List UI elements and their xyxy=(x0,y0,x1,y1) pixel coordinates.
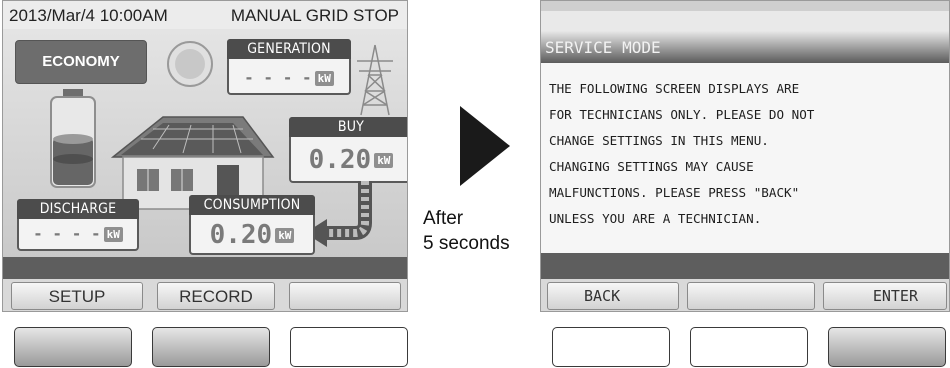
softkey-bar: SETUP RECORD xyxy=(3,279,407,311)
buy-value: 0.20 xyxy=(308,145,372,175)
status-mode: MANUAL GRID STOP xyxy=(230,6,399,25)
home-screen: 2013/Mar/4 10:00AM MANUAL GRID STOP ECON… xyxy=(2,0,408,312)
caption-line-1: After xyxy=(423,208,464,229)
consumption-value-row: 0.20 kW xyxy=(191,217,313,253)
message-line: CHANGING SETTINGS MAY CAUSE xyxy=(549,159,754,174)
generation-panel: GENERATION - - - - kW xyxy=(227,39,351,95)
buy-panel: BUY 0.20 kW xyxy=(289,117,407,183)
hw-button-6[interactable] xyxy=(828,327,946,367)
softkey-bar: BACK ENTER xyxy=(541,279,949,311)
hw-button-1[interactable] xyxy=(14,327,132,367)
generation-label: GENERATION xyxy=(227,39,351,59)
discharge-label: DISCHARGE xyxy=(17,199,139,219)
back-softkey[interactable]: BACK xyxy=(547,282,679,310)
service-mode-screen: SERVICE MODE THE FOLLOWING SCREEN DISPLA… xyxy=(540,0,950,312)
discharge-unit: kW xyxy=(103,227,123,242)
message-line: UNLESS YOU ARE A TECHNICIAN. xyxy=(549,211,762,226)
status-datetime: 2013/Mar/4 10:00AM xyxy=(9,6,168,25)
discharge-panel: DISCHARGE - - - - kW xyxy=(17,199,139,251)
message-line: FOR TECHNICIANS ONLY. PLEASE DO NOT xyxy=(549,107,815,122)
generation-value: - - - - xyxy=(244,68,312,87)
flow-arrow-icon xyxy=(305,181,372,247)
hw-button-3[interactable] xyxy=(290,327,408,367)
generation-value-row: - - - - kW xyxy=(229,63,349,93)
message-line: MALFUNCTIONS. PLEASE PRESS "BACK" xyxy=(549,185,800,200)
blank-softkey[interactable] xyxy=(289,282,401,310)
record-softkey[interactable]: RECORD xyxy=(157,282,275,310)
divider-bar xyxy=(3,257,407,279)
hw-button-4[interactable] xyxy=(552,327,670,367)
message-line: THE FOLLOWING SCREEN DISPLAYS ARE xyxy=(549,81,800,96)
caption-line-2: 5 seconds xyxy=(423,233,510,254)
consumption-value: 0.20 xyxy=(209,220,273,250)
economy-mode-button[interactable]: ECONOMY xyxy=(15,40,147,84)
message-line: CHANGE SETTINGS IN THIS MENU. xyxy=(549,133,769,148)
enter-softkey[interactable]: ENTER xyxy=(823,282,947,310)
top-bar xyxy=(541,1,949,11)
blank-softkey[interactable] xyxy=(687,282,815,310)
status-bar: 2013/Mar/4 10:00AM MANUAL GRID STOP xyxy=(3,1,407,29)
transition-arrow-icon xyxy=(460,106,510,186)
buy-unit: kW xyxy=(374,153,394,168)
sun-icon xyxy=(167,41,213,87)
setup-softkey[interactable]: SETUP xyxy=(11,282,143,310)
battery-icon xyxy=(50,89,96,188)
consumption-label: CONSUMPTION xyxy=(189,195,315,215)
screen-title: SERVICE MODE xyxy=(541,31,949,63)
hw-button-5[interactable] xyxy=(690,327,808,367)
hw-button-2[interactable] xyxy=(152,327,270,367)
power-tower-icon xyxy=(357,44,393,116)
divider-bar xyxy=(541,253,949,279)
buy-label: BUY xyxy=(289,117,407,137)
discharge-value: - - - - xyxy=(33,224,101,243)
energy-overview: ECONOMY GENERATION - - - - kW BUY 0.20 k… xyxy=(3,29,407,257)
consumption-panel: CONSUMPTION 0.20 kW xyxy=(189,195,315,255)
buy-value-row: 0.20 kW xyxy=(291,139,407,181)
consumption-unit: kW xyxy=(275,228,295,243)
discharge-value-row: - - - - kW xyxy=(19,219,137,249)
warning-message: THE FOLLOWING SCREEN DISPLAYS ARE FOR TE… xyxy=(541,63,949,253)
transition-caption: After 5 seconds xyxy=(423,206,510,256)
generation-unit: kW xyxy=(314,71,334,86)
